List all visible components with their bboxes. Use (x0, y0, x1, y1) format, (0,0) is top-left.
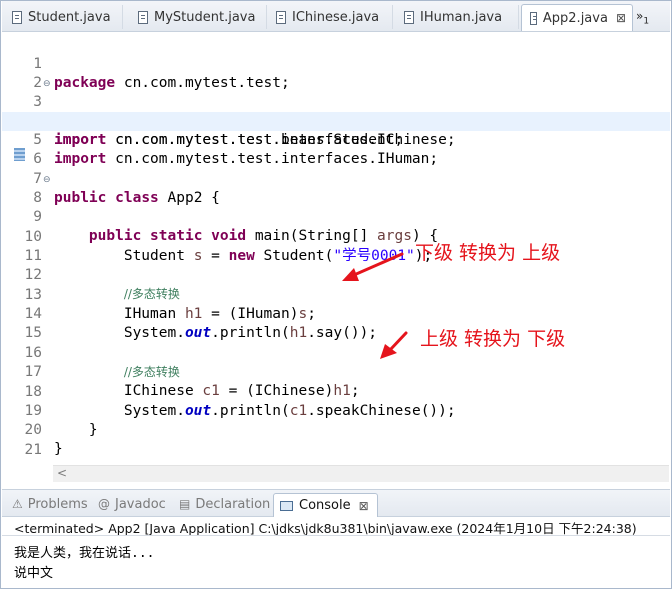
scroll-left-icon[interactable]: < (57, 466, 67, 480)
java-file-icon (12, 10, 22, 24)
tab-problems[interactable]: ⚠ Problems (12, 493, 88, 515)
java-file-icon (276, 10, 286, 24)
annotation-upcast: 下级 转换为 上级 (415, 242, 561, 264)
tab-label: IChinese.java (292, 9, 380, 25)
console-line: 我是人类，我在说话... (14, 546, 155, 561)
console-output[interactable]: 我是人类，我在说话... 说中文 (2, 535, 670, 588)
code-editor[interactable]: 1 package cn.com.mytest.test; 2 3 ⊖ impo… (2, 32, 670, 462)
declaration-icon: ▤ (179, 497, 191, 511)
tab-label: MyStudent.java (154, 9, 256, 25)
horizontal-scrollbar[interactable]: < (53, 465, 669, 482)
tab-app2-java[interactable]: App2.java ⊠ (521, 4, 633, 31)
console-line: 说中文 (14, 566, 54, 581)
arrow-annotation-2 (380, 331, 408, 359)
java-file-icon (530, 11, 537, 25)
console-icon (280, 500, 293, 511)
ide-window: Student.java MyStudent.java IChinese.jav… (0, 0, 672, 589)
tab-label: Student.java (28, 9, 111, 25)
editor-tab-bar: Student.java MyStudent.java IChinese.jav… (2, 1, 670, 32)
arrow-annotation-1 (342, 252, 404, 281)
at-icon: @ (98, 497, 110, 511)
bottom-panel-tabs: ⚠ Problems @ Javadoc ▤ Declaration Conso… (2, 489, 670, 517)
annotation-arrows (342, 252, 408, 359)
tab-ichinese-java[interactable]: IChinese.java (268, 5, 393, 29)
close-tab-icon[interactable]: ⊠ (616, 11, 626, 25)
tab-label: App2.java (542, 10, 608, 26)
tab-student-java[interactable]: Student.java (4, 5, 123, 29)
problems-icon: ⚠ (12, 497, 23, 511)
close-tab-icon[interactable]: ⊠ (359, 499, 369, 513)
annotation-downcast: 上级 转换为 下级 (420, 328, 566, 350)
java-file-icon (138, 10, 148, 24)
overflow-count: 1 (643, 16, 650, 27)
java-file-icon (404, 10, 414, 24)
tab-ihuman-java[interactable]: IHuman.java (396, 5, 519, 29)
tab-declaration[interactable]: ▤ Declaration (179, 493, 270, 515)
tab-mystudent-java[interactable]: MyStudent.java (130, 5, 267, 29)
tab-label: IHuman.java (420, 9, 503, 25)
tab-javadoc[interactable]: @ Javadoc (98, 493, 166, 515)
tab-console[interactable]: Console ⊠ (273, 493, 378, 517)
tab-overflow-button[interactable]: »1 (636, 9, 649, 26)
